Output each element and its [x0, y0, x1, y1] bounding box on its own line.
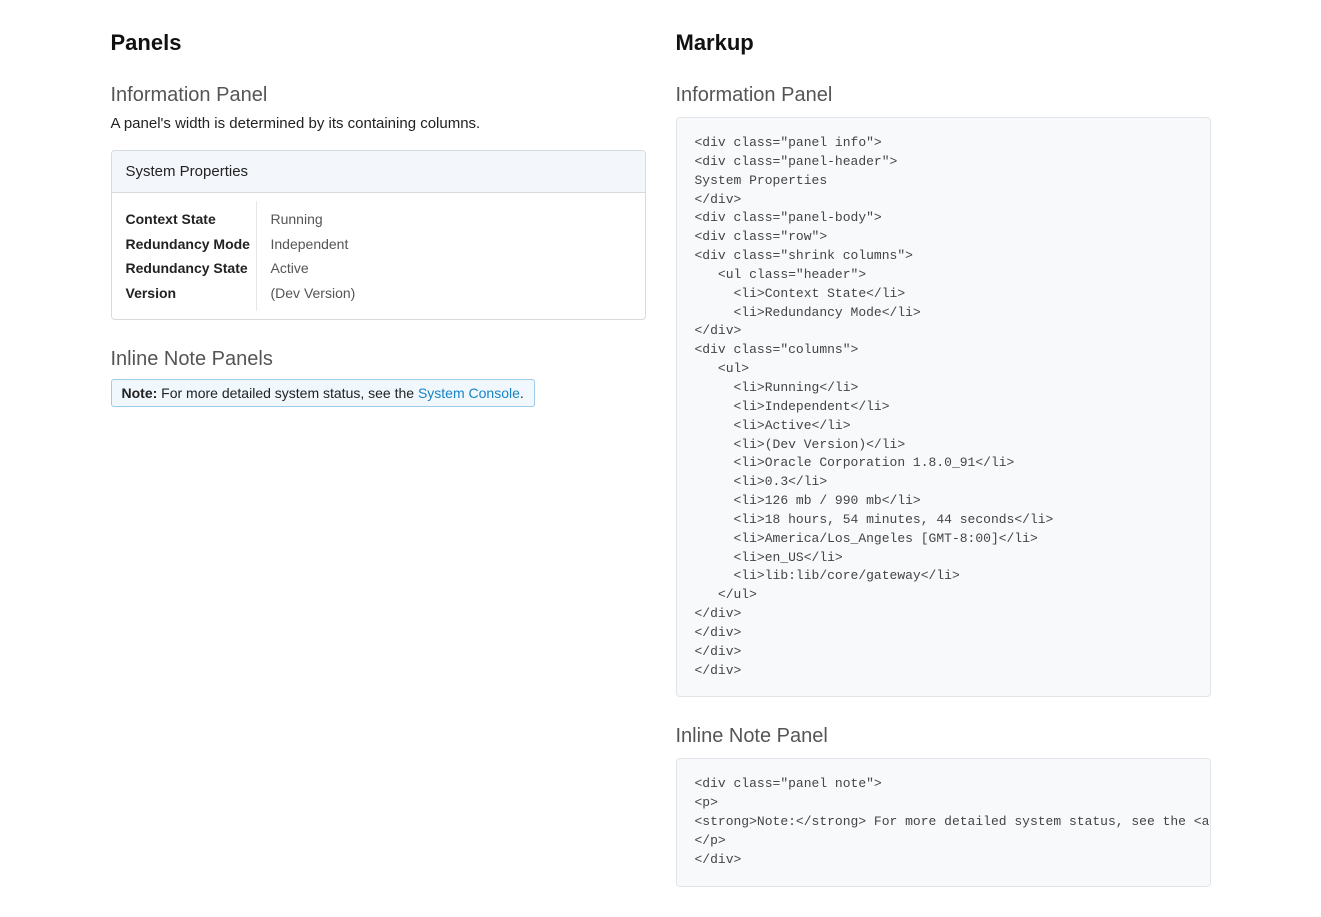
information-panel-heading: Information Panel: [111, 84, 646, 107]
markup-information-panel-heading: Information Panel: [676, 84, 1211, 107]
inline-note-panel: Note: For more detailed system status, s…: [111, 379, 535, 407]
prop-key: Context State: [126, 207, 242, 232]
property-keys: Context State Redundancy Mode Redundancy…: [112, 201, 257, 311]
prop-val: Running: [271, 207, 631, 232]
prop-val: Independent: [271, 232, 631, 257]
note-text-before: For more detailed system status, see the: [157, 385, 418, 401]
prop-key: Redundancy State: [126, 256, 242, 281]
code-block-note-panel: <div class="panel note"> <p> <strong>Not…: [676, 758, 1211, 886]
markup-inline-note-panel-heading: Inline Note Panel: [676, 725, 1211, 748]
panel-body: Context State Redundancy Mode Redundancy…: [112, 193, 645, 319]
prop-key: Version: [126, 281, 242, 306]
system-console-link[interactable]: System Console: [418, 385, 520, 401]
property-values: Running Independent Active (Dev Version): [257, 201, 645, 311]
panels-title: Panels: [111, 30, 646, 56]
system-properties-panel: System Properties Context State Redundan…: [111, 150, 646, 320]
markup-title: Markup: [676, 30, 1211, 56]
note-text-after: .: [520, 385, 524, 401]
note-strong: Note:: [122, 385, 158, 401]
information-panel-description: A panel's width is determined by its con…: [111, 115, 646, 132]
inline-note-panels-heading: Inline Note Panels: [111, 348, 646, 371]
code-block-info-panel: <div class="panel info"> <div class="pan…: [676, 117, 1211, 697]
panels-column: Panels Information Panel A panel's width…: [111, 30, 646, 887]
markup-column: Markup Information Panel <div class="pan…: [676, 30, 1211, 887]
prop-key: Redundancy Mode: [126, 232, 242, 257]
prop-val: (Dev Version): [271, 281, 631, 306]
panel-header: System Properties: [112, 151, 645, 193]
prop-val: Active: [271, 256, 631, 281]
